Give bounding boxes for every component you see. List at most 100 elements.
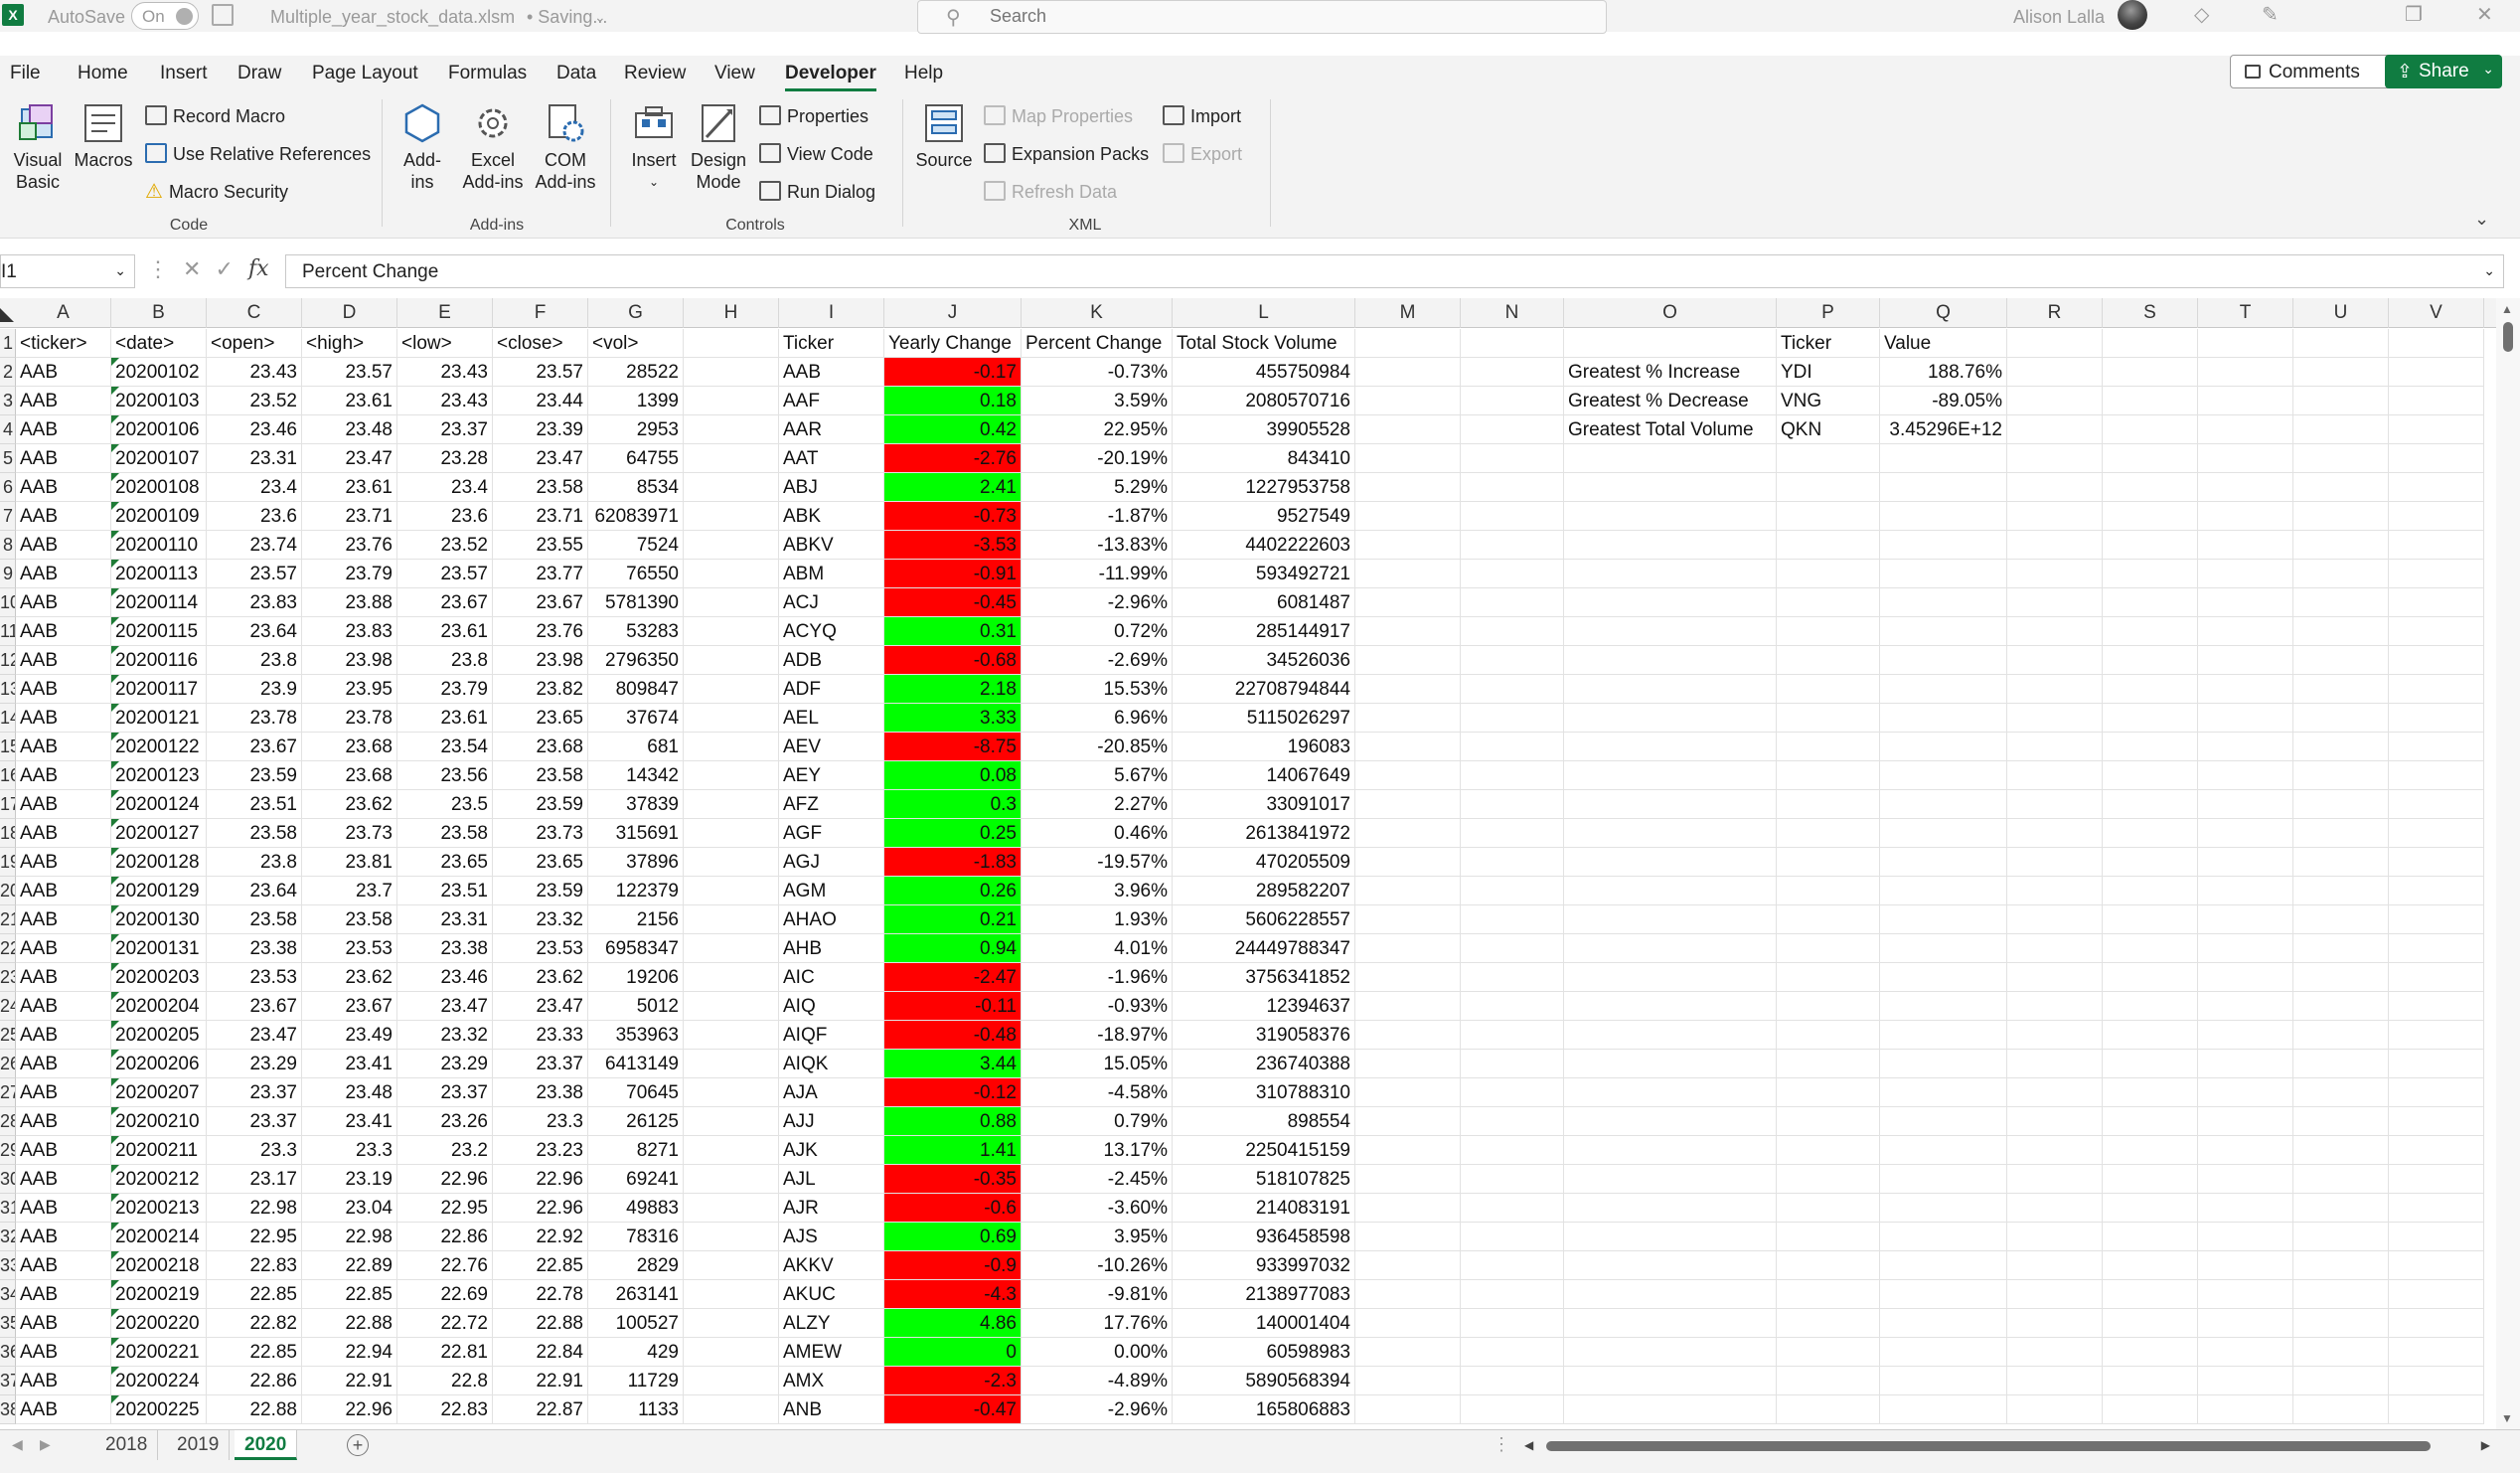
empty-cell[interactable] [2198,1338,2293,1367]
empty-cell[interactable] [1777,790,1880,819]
chevron-down-icon[interactable]: ⌄ [114,262,126,279]
empty-cell[interactable] [1777,444,1880,473]
empty-cell[interactable] [2103,1309,2198,1338]
empty-cell[interactable] [684,704,779,733]
empty-cell[interactable] [2103,1136,2198,1165]
empty-cell[interactable] [1564,1251,1777,1280]
empty-cell[interactable] [1564,992,1777,1021]
percent-change-cell[interactable]: 0.72% [1022,617,1173,646]
data-cell[interactable]: 23.41 [302,1050,397,1078]
empty-cell[interactable] [2103,1223,2198,1251]
data-cell[interactable]: 23.6 [207,502,302,531]
empty-cell[interactable] [1564,1050,1777,1078]
summary-ticker-cell[interactable]: AEL [779,704,884,733]
data-cell[interactable]: 8534 [588,473,684,502]
empty-cell[interactable] [1461,560,1564,588]
empty-cell[interactable] [684,1050,779,1078]
insert-function-icon[interactable]: fx [248,256,269,281]
yearly-change-cell[interactable]: -0.9 [884,1251,1022,1280]
empty-cell[interactable] [2389,963,2484,992]
empty-cell[interactable] [684,1223,779,1251]
data-cell[interactable]: 23.38 [397,934,493,963]
empty-cell[interactable] [1564,877,1777,905]
empty-cell[interactable] [1461,1223,1564,1251]
yearly-change-cell[interactable]: -8.75 [884,733,1022,761]
ticker-cell[interactable]: AAB [16,588,111,617]
data-cell[interactable]: 23.31 [397,905,493,934]
data-cell[interactable]: 20200210 [111,1107,207,1136]
empty-cell[interactable] [2389,1021,2484,1050]
empty-cell[interactable] [1461,617,1564,646]
data-cell[interactable]: 23.61 [397,617,493,646]
empty-cell[interactable] [2293,329,2389,358]
data-cell[interactable]: 23.9 [207,675,302,704]
row-header[interactable]: 33 [0,1251,16,1280]
percent-change-cell[interactable]: 6.96% [1022,704,1173,733]
tab-help[interactable]: Help [904,63,943,84]
empty-cell[interactable] [2103,877,2198,905]
data-cell[interactable]: 23.78 [207,704,302,733]
empty-cell[interactable] [1777,675,1880,704]
map-properties-button[interactable]: Map Properties [984,105,1133,127]
total-volume-cell[interactable]: 12394637 [1173,992,1355,1021]
data-cell[interactable]: 23.62 [493,963,588,992]
empty-cell[interactable] [1461,963,1564,992]
data-cell[interactable]: 20200205 [111,1021,207,1050]
data-cell[interactable]: 20200116 [111,646,207,675]
total-volume-cell[interactable]: 236740388 [1173,1050,1355,1078]
data-cell[interactable]: 22.88 [493,1309,588,1338]
column-header-i[interactable]: I [779,298,884,328]
empty-cell[interactable] [2389,1395,2484,1424]
empty-cell[interactable] [2198,761,2293,790]
empty-cell[interactable] [1880,1136,2007,1165]
data-cell[interactable]: 14342 [588,761,684,790]
empty-cell[interactable] [1461,1309,1564,1338]
empty-cell[interactable] [2198,473,2293,502]
pen-icon[interactable]: ✎ [2262,2,2279,27]
empty-cell[interactable] [2293,531,2389,560]
empty-cell[interactable] [2198,1280,2293,1309]
data-cell[interactable]: 23.8 [207,848,302,877]
empty-cell[interactable] [2103,963,2198,992]
data-cell[interactable]: 23.64 [207,877,302,905]
run-dialog-button[interactable]: Run Dialog [759,181,875,203]
visual-basic-button[interactable]: Visual Basic [8,101,68,193]
empty-cell[interactable] [1461,675,1564,704]
data-cell[interactable]: 23.71 [302,502,397,531]
ticker-cell[interactable]: AAB [16,617,111,646]
empty-cell[interactable] [2293,848,2389,877]
empty-cell[interactable] [2389,1223,2484,1251]
summary-ticker-cell[interactable]: AIC [779,963,884,992]
empty-cell[interactable] [2007,1367,2103,1395]
ticker-cell[interactable]: AAB [16,1251,111,1280]
save-icon[interactable] [212,4,234,26]
empty-cell[interactable] [1880,531,2007,560]
empty-cell[interactable] [2293,502,2389,531]
empty-cell[interactable] [2198,1021,2293,1050]
percent-change-cell[interactable]: -20.19% [1022,444,1173,473]
data-cell[interactable]: 53283 [588,617,684,646]
greatest-ticker-cell[interactable]: QKN [1777,415,1880,444]
empty-cell[interactable] [2007,502,2103,531]
empty-cell[interactable] [1461,502,1564,531]
empty-cell[interactable] [1461,819,1564,848]
empty-cell[interactable] [2007,329,2103,358]
vertical-scrollbar[interactable]: ▲ ▼ [2496,298,2520,1429]
empty-cell[interactable] [2103,1165,2198,1194]
empty-cell[interactable] [2389,848,2484,877]
percent-change-cell[interactable]: -18.97% [1022,1021,1173,1050]
data-cell[interactable]: 23.04 [302,1194,397,1223]
summary-ticker-cell[interactable]: AJS [779,1223,884,1251]
data-cell[interactable]: 263141 [588,1280,684,1309]
total-volume-cell[interactable]: 34526036 [1173,646,1355,675]
empty-cell[interactable] [684,877,779,905]
empty-cell[interactable] [684,675,779,704]
header-cell[interactable]: <ticker> [16,329,111,358]
data-cell[interactable]: 23.37 [397,1078,493,1107]
header-cell[interactable]: <low> [397,329,493,358]
empty-cell[interactable] [2198,992,2293,1021]
search-box[interactable]: ⚲ [917,0,1607,34]
empty-cell[interactable] [1880,617,2007,646]
empty-cell[interactable] [1880,502,2007,531]
column-header-v[interactable]: V [2389,298,2484,328]
